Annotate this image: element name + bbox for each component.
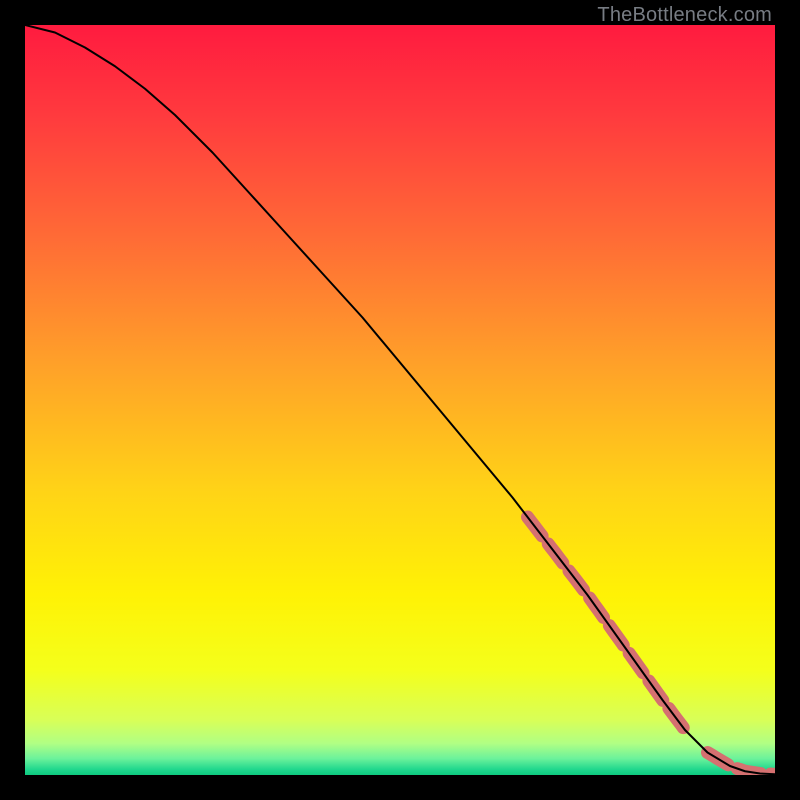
plot-area [25,25,775,775]
chart-frame: TheBottleneck.com [0,0,800,800]
watermark-text: TheBottleneck.com [597,4,772,27]
gradient-background [25,25,775,775]
